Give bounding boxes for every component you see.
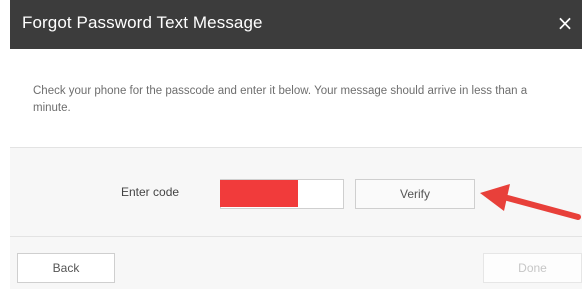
- annotation-arrow-icon: [480, 184, 581, 220]
- done-button[interactable]: Done: [483, 253, 582, 283]
- instruction-message: Check your phone for the passcode and en…: [33, 85, 528, 114]
- close-icon[interactable]: ×: [554, 11, 576, 35]
- forgot-password-dialog: Forgot Password Text Message × Check you…: [0, 0, 582, 289]
- dialog-title: Forgot Password Text Message: [22, 13, 263, 32]
- dialog-titlebar: Forgot Password Text Message ×: [10, 0, 582, 49]
- back-button[interactable]: Back: [17, 253, 115, 283]
- enter-code-label: Enter code: [121, 185, 180, 199]
- redaction-mark: [220, 180, 298, 207]
- dialog-footer: Back Done: [10, 237, 582, 289]
- verify-button[interactable]: Verify: [355, 179, 475, 209]
